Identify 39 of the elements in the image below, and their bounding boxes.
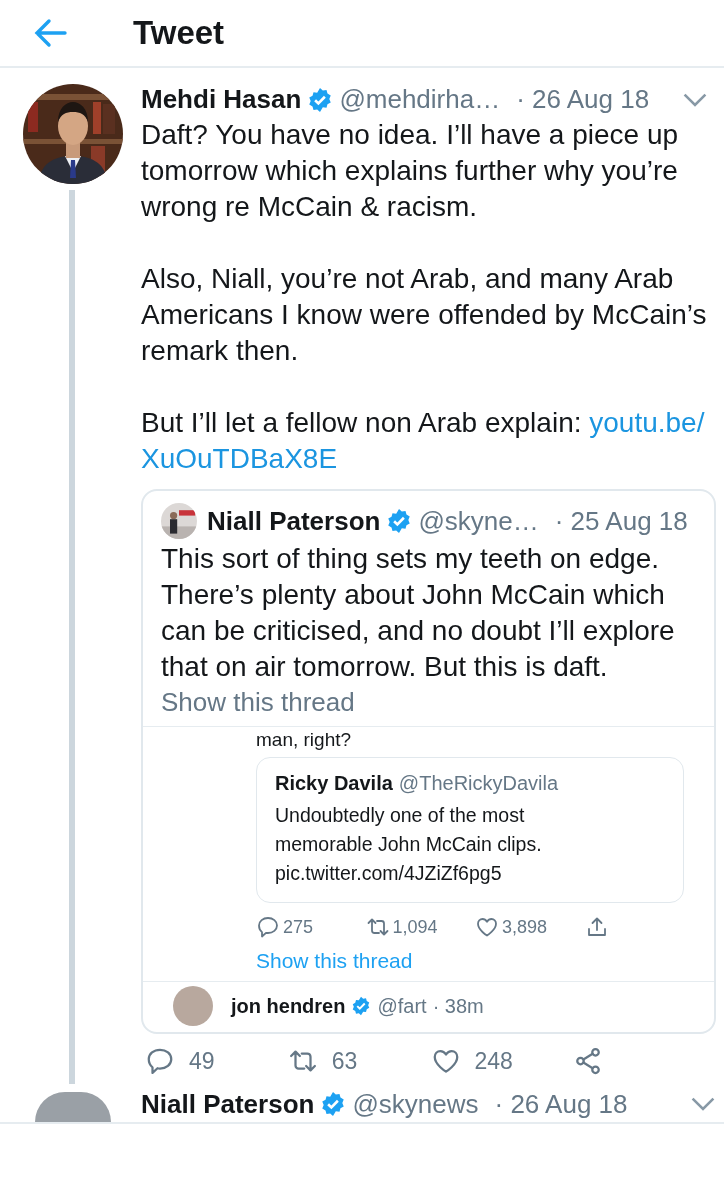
- tweet-text: But I’ll let a fellow non Arab explain: youtu.be/ XuOuTDBaX8E: [141, 406, 706, 476]
- reply-icon[interactable]: [256, 915, 280, 939]
- back-arrow-icon[interactable]: [33, 18, 67, 48]
- quoted-text: This sort of thing sets my teeth on edge. There’s plenty about John McCain which can be criticised, and no doubt I’ll explore that on air tomorrow. But this is daft.: [161, 542, 676, 684]
- show-thread-link[interactable]: Show this thread: [161, 687, 698, 718]
- author-handle: @fart: [377, 994, 427, 1018]
- author-name: Ricky Davila: [275, 772, 393, 794]
- tweet-date: · 26 Aug 18: [516, 84, 650, 115]
- author-name[interactable]: Niall Paterson: [207, 505, 381, 537]
- action-count: 248: [474, 1047, 513, 1075]
- tweet-date: · 25 Aug 18: [554, 505, 688, 537]
- action-count: 275: [283, 916, 314, 938]
- author-handle[interactable]: @mehdirha…: [339, 84, 501, 115]
- tweet-text: Also, Niall, you’re not Arab, and many Arab Americans I know were offended by McCain’s remark then.: [141, 262, 708, 368]
- page-title: Tweet: [133, 14, 225, 52]
- action-count: 3,898: [502, 916, 548, 938]
- tweet-time: · 38m: [432, 994, 484, 1018]
- author-handle: @TheRickyDavila: [398, 772, 559, 794]
- heart-icon[interactable]: [475, 915, 499, 939]
- quoted-text: Undoubtedly one of the most memorable John McCain clips. pic.twitter.com/4JZiZf6pg5: [275, 803, 543, 886]
- reply-icon[interactable]: [145, 1046, 175, 1076]
- chevron-down-icon[interactable]: [690, 1096, 716, 1112]
- action-count: 1,094: [392, 916, 438, 938]
- author-name[interactable]: Mehdi Hasan: [141, 84, 302, 115]
- show-thread-link: Show this thread: [256, 949, 414, 973]
- avatar: [173, 986, 213, 1026]
- author-handle[interactable]: @skyne…: [418, 505, 539, 537]
- tweet-text: Daft? You have no idea. I’ll have a piece up tomorrow which explains further why you’re wrong re McCain & racism.: [141, 118, 680, 224]
- action-count: 63: [331, 1047, 358, 1075]
- author-handle[interactable]: @skynews: [352, 1088, 479, 1120]
- author-name[interactable]: Niall Paterson: [141, 1088, 315, 1120]
- tweet-date: · 26 Aug 18: [494, 1088, 628, 1120]
- quoted-tweet-card[interactable]: [141, 489, 716, 1034]
- tweet-text: man, right?: [256, 729, 353, 751]
- link[interactable]: youtu.be/: [589, 407, 705, 438]
- action-count: 49: [189, 1047, 215, 1075]
- author-name: jon hendren: [231, 994, 346, 1018]
- link[interactable]: XuOuTDBaX8E: [141, 443, 338, 474]
- chevron-down-icon[interactable]: [682, 91, 708, 108]
